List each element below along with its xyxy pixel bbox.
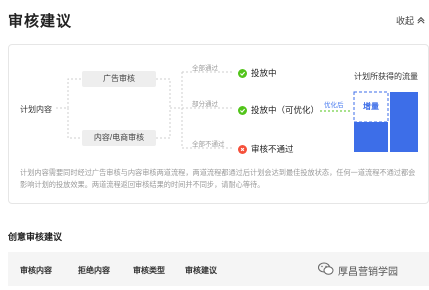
traffic-bar-base (354, 122, 388, 152)
check-circle-icon (238, 105, 247, 115)
status-rejected: 审核不通过 (238, 143, 294, 155)
column-header: 审核建议 (185, 266, 217, 275)
status-delivering: 投放中 (238, 67, 277, 79)
status-label: 投放中（可优化） (251, 105, 320, 115)
watermark-text: 厚昌营销学园 (338, 267, 398, 278)
status-label: 投放中 (251, 68, 277, 78)
condition-partial-pass: 部分通过 (192, 101, 218, 108)
wechat-icon (318, 262, 334, 279)
condition-none-pass: 全部不通过 (192, 141, 225, 148)
plan-content-label: 计划内容 (20, 105, 52, 114)
column-header: 审核类型 (133, 266, 165, 275)
traffic-title: 计划所获得的流量 (354, 72, 418, 81)
column-header: 拒绝内容 (78, 266, 110, 275)
traffic-bar-optimized (390, 92, 418, 152)
check-circle-icon (238, 68, 247, 78)
content-review-node: 内容/电商审核 (82, 130, 156, 146)
review-description: 计划内容需要同时经过广告审核与内容审核两道流程，两道流程都通过后计划会达到最佳投… (20, 168, 416, 189)
column-header: 审核内容 (20, 266, 52, 275)
section-title: 创意审核建议 (8, 232, 63, 242)
close-circle-icon (238, 144, 247, 154)
status-label: 审核不通过 (251, 144, 294, 154)
watermark: 厚昌营销学园 (318, 262, 398, 279)
status-delivering-optimizable: 投放中（可优化） (238, 104, 319, 116)
ad-review-node: 广告审核 (82, 71, 156, 87)
increase-label: 增量 (363, 102, 379, 111)
optimized-label: 优化后 (324, 102, 344, 109)
condition-all-pass: 全部通过 (192, 65, 218, 72)
